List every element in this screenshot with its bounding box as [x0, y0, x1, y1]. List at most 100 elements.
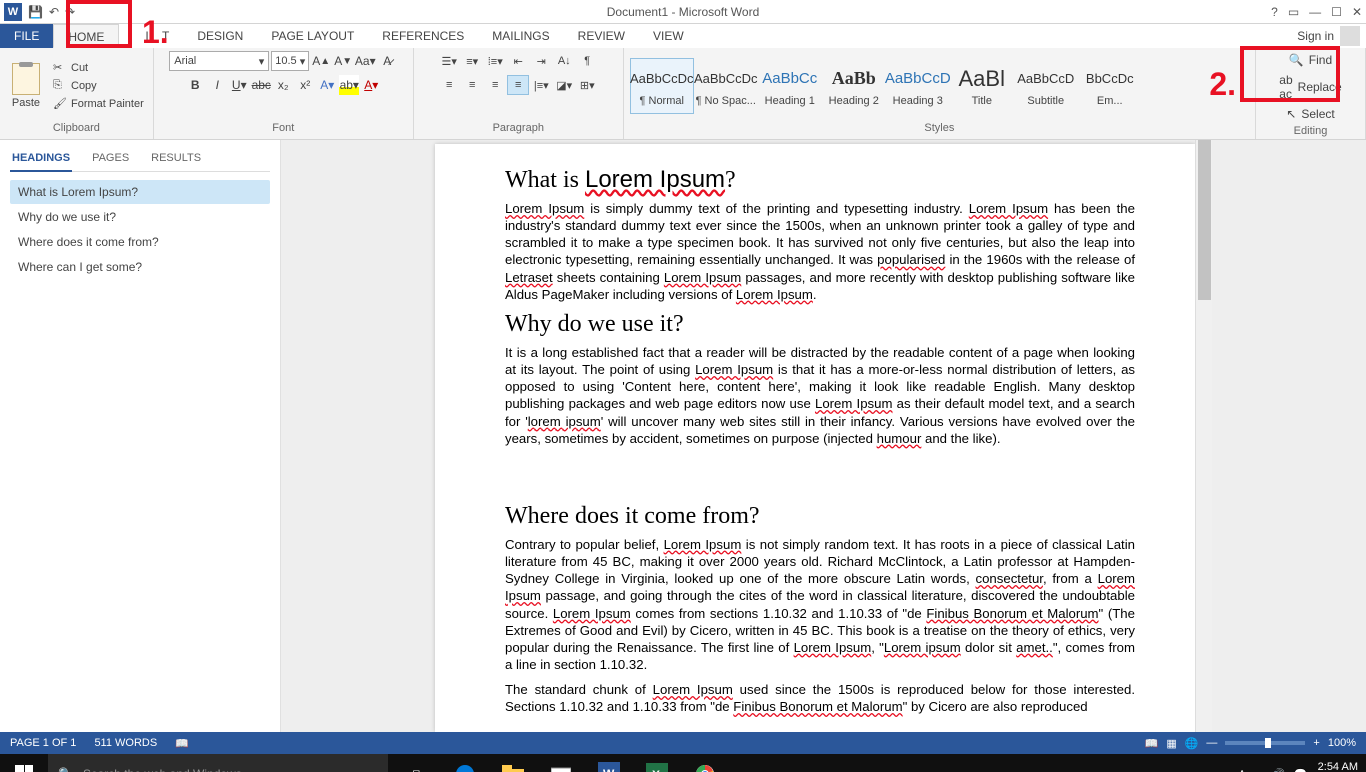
- style-em---[interactable]: BbCcDcEm...: [1078, 58, 1142, 114]
- tab-references[interactable]: REFERENCES: [368, 24, 478, 48]
- style---normal[interactable]: AaBbCcDc¶ Normal: [630, 58, 694, 114]
- bullets-button[interactable]: ☰▾: [438, 51, 460, 71]
- close-icon[interactable]: ✕: [1352, 5, 1362, 19]
- group-label-paragraph: Paragraph: [420, 120, 617, 136]
- find-button[interactable]: 🔍Find: [1285, 51, 1336, 69]
- line-spacing-button[interactable]: |≡▾: [530, 75, 552, 95]
- superscript-button[interactable]: x²: [295, 75, 315, 95]
- show-marks-button[interactable]: ¶: [576, 51, 598, 71]
- format-painter-button[interactable]: 🖌Format Painter: [50, 96, 147, 112]
- print-layout-icon[interactable]: ▦: [1166, 737, 1176, 750]
- decrease-font-button[interactable]: A▼: [333, 51, 353, 71]
- decrease-indent-button[interactable]: ⇤: [507, 51, 529, 71]
- style-title[interactable]: AaBlTitle: [950, 58, 1014, 114]
- change-case-button[interactable]: Aa▾: [355, 51, 375, 71]
- ribbon-display-icon[interactable]: ▭: [1288, 5, 1299, 19]
- notifications-icon[interactable]: 💬: [1293, 768, 1307, 772]
- italic-button[interactable]: I: [207, 75, 227, 95]
- text-effects-button[interactable]: A▾: [317, 75, 337, 95]
- bold-button[interactable]: B: [185, 75, 205, 95]
- borders-button[interactable]: ⊞▾: [576, 75, 598, 95]
- word-taskbar-icon[interactable]: W: [586, 754, 632, 772]
- increase-indent-button[interactable]: ⇥: [530, 51, 552, 71]
- zoom-in-button[interactable]: +: [1313, 737, 1319, 749]
- tray-chevron-icon[interactable]: ˄: [1239, 768, 1245, 772]
- numbering-button[interactable]: ≡▾: [461, 51, 483, 71]
- tab-page-layout[interactable]: PAGE LAYOUT: [257, 24, 368, 48]
- cut-button[interactable]: ✂Cut: [50, 60, 147, 76]
- align-left-button[interactable]: ≡: [438, 75, 460, 95]
- nav-item[interactable]: Where can I get some?: [10, 255, 270, 279]
- heading: Where does it come from?: [505, 503, 1135, 530]
- undo-icon[interactable]: ↶: [49, 5, 59, 19]
- strikethrough-button[interactable]: abc: [251, 75, 271, 95]
- sort-button[interactable]: A↓: [553, 51, 575, 71]
- nav-tab-results[interactable]: RESULTS: [149, 148, 203, 171]
- word-count[interactable]: 511 WORDS: [94, 737, 157, 749]
- excel-taskbar-icon[interactable]: X: [634, 754, 680, 772]
- nav-item[interactable]: Where does it come from?: [10, 230, 270, 254]
- align-right-button[interactable]: ≡: [484, 75, 506, 95]
- nav-tab-pages[interactable]: PAGES: [90, 148, 131, 171]
- chrome-taskbar-icon[interactable]: [682, 754, 728, 772]
- style-heading-1[interactable]: AaBbCcHeading 1: [758, 58, 822, 114]
- align-center-button[interactable]: ≡: [461, 75, 483, 95]
- select-button[interactable]: ↖Select: [1282, 105, 1338, 123]
- highlight-button[interactable]: ab▾: [339, 75, 359, 95]
- copy-button[interactable]: ⎘Copy: [50, 78, 147, 94]
- page[interactable]: What is Lorem Ipsum? Lorem Ipsum is simp…: [435, 144, 1195, 732]
- underline-button[interactable]: U▾: [229, 75, 249, 95]
- tab-mailings[interactable]: MAILINGS: [478, 24, 563, 48]
- clock[interactable]: 2:54 AM 2/9/2021: [1315, 761, 1358, 772]
- network-icon[interactable]: ▭: [1253, 768, 1263, 772]
- proofing-icon[interactable]: 📖: [175, 737, 189, 750]
- styles-gallery[interactable]: AaBbCcDc¶ NormalAaBbCcDc¶ No Spac...AaBb…: [630, 51, 1249, 120]
- tab-view[interactable]: VIEW: [639, 24, 698, 48]
- taskbar-search[interactable]: 🔍Search the web and Windows: [48, 754, 388, 772]
- replace-button[interactable]: abacReplace: [1275, 71, 1345, 103]
- style-heading-3[interactable]: AaBbCcDHeading 3: [886, 58, 950, 114]
- page-count[interactable]: PAGE 1 OF 1: [10, 737, 76, 749]
- web-layout-icon[interactable]: 🌐: [1185, 737, 1199, 750]
- tab-insert[interactable]: I T: [131, 24, 183, 48]
- subscript-button[interactable]: x₂: [273, 75, 293, 95]
- justify-button[interactable]: ≡: [507, 75, 529, 95]
- edge-icon[interactable]: [442, 754, 488, 772]
- increase-font-button[interactable]: A▲: [311, 51, 331, 71]
- zoom-slider[interactable]: [1225, 741, 1305, 745]
- tab-home[interactable]: HOME: [53, 24, 119, 48]
- ribbon: 2. Paste ✂Cut ⎘Copy 🖌Format Painter Clip…: [0, 48, 1366, 140]
- clear-formatting-button[interactable]: A̷: [377, 51, 397, 71]
- store-icon[interactable]: [538, 754, 584, 772]
- redo-icon[interactable]: ↷: [65, 5, 75, 19]
- font-size-select[interactable]: 10.5▾: [271, 51, 309, 71]
- sign-in[interactable]: Sign in: [1297, 26, 1360, 46]
- maximize-icon[interactable]: ☐: [1331, 5, 1342, 19]
- style-subtitle[interactable]: AaBbCcDSubtitle: [1014, 58, 1078, 114]
- nav-tab-headings[interactable]: HEADINGS: [10, 148, 72, 172]
- style-heading-2[interactable]: AaBbHeading 2: [822, 58, 886, 114]
- font-name-select[interactable]: Arial▾: [169, 51, 269, 71]
- zoom-level[interactable]: 100%: [1328, 737, 1356, 749]
- nav-item[interactable]: What is Lorem Ipsum?: [10, 180, 270, 204]
- start-button[interactable]: [0, 754, 48, 772]
- nav-item[interactable]: Why do we use it?: [10, 205, 270, 229]
- shading-button[interactable]: ◪▾: [553, 75, 575, 95]
- minimize-icon[interactable]: —: [1309, 5, 1321, 19]
- help-icon[interactable]: ?: [1271, 5, 1278, 19]
- scrollbar-thumb[interactable]: [1198, 140, 1211, 300]
- read-mode-icon[interactable]: 📖: [1145, 737, 1159, 750]
- tab-review[interactable]: REVIEW: [564, 24, 639, 48]
- volume-icon[interactable]: 🔊: [1272, 768, 1286, 772]
- tab-file[interactable]: FILE: [0, 24, 53, 48]
- file-explorer-icon[interactable]: [490, 754, 536, 772]
- vertical-scrollbar[interactable]: [1195, 140, 1212, 732]
- multilevel-button[interactable]: ⁞≡▾: [484, 51, 506, 71]
- task-view-icon[interactable]: ⧉: [394, 754, 440, 772]
- paste-button[interactable]: Paste: [6, 63, 46, 109]
- font-color-button[interactable]: A▾: [361, 75, 381, 95]
- tab-design[interactable]: DESIGN: [183, 24, 257, 48]
- zoom-out-button[interactable]: —: [1206, 737, 1217, 749]
- style---no-spac---[interactable]: AaBbCcDc¶ No Spac...: [694, 58, 758, 114]
- save-icon[interactable]: 💾: [28, 5, 43, 19]
